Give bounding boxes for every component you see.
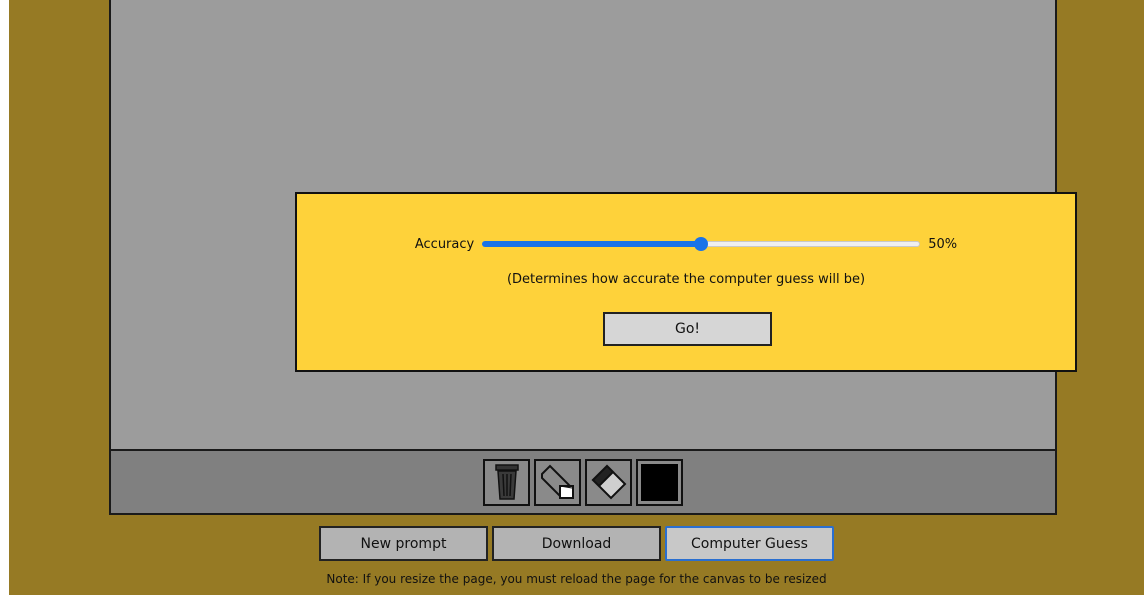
accuracy-slider[interactable] bbox=[482, 236, 921, 252]
go-button[interactable]: Go! bbox=[603, 312, 772, 346]
eraser-outline-icon bbox=[540, 464, 574, 499]
accuracy-value: 50% bbox=[928, 236, 958, 252]
new-prompt-button[interactable]: New prompt bbox=[319, 526, 488, 561]
drawing-canvas[interactable]: Accuracy 50% (Determines how accurate th… bbox=[111, 0, 1077, 451]
accuracy-row: Accuracy 50% bbox=[297, 236, 1075, 252]
resize-note: Note: If you resize the page, you must r… bbox=[326, 572, 827, 586]
color-picker-button[interactable] bbox=[636, 458, 683, 506]
color-swatch bbox=[641, 463, 678, 501]
trash-icon bbox=[494, 464, 519, 500]
computer-guess-button[interactable]: Computer Guess bbox=[665, 526, 834, 561]
computer-guess-dialog: Accuracy 50% (Determines how accurate th… bbox=[295, 192, 1077, 372]
eraser-button[interactable] bbox=[534, 458, 581, 506]
accuracy-hint: (Determines how accurate the computer gu… bbox=[506, 272, 866, 287]
page-background: Accuracy 50% (Determines how accurate th… bbox=[9, 0, 1144, 595]
trash-button[interactable] bbox=[483, 458, 530, 506]
pen-button[interactable] bbox=[585, 458, 632, 506]
action-buttons: New prompt Download Computer Guess bbox=[9, 526, 1144, 561]
slider-fill bbox=[482, 241, 702, 247]
slider-thumb[interactable] bbox=[694, 237, 709, 251]
download-button[interactable]: Download bbox=[492, 526, 661, 561]
drawing-panel: Accuracy 50% (Determines how accurate th… bbox=[109, 0, 1077, 515]
pen-icon bbox=[591, 464, 626, 500]
toolbar bbox=[111, 451, 1055, 513]
accuracy-label: Accuracy bbox=[414, 236, 475, 252]
